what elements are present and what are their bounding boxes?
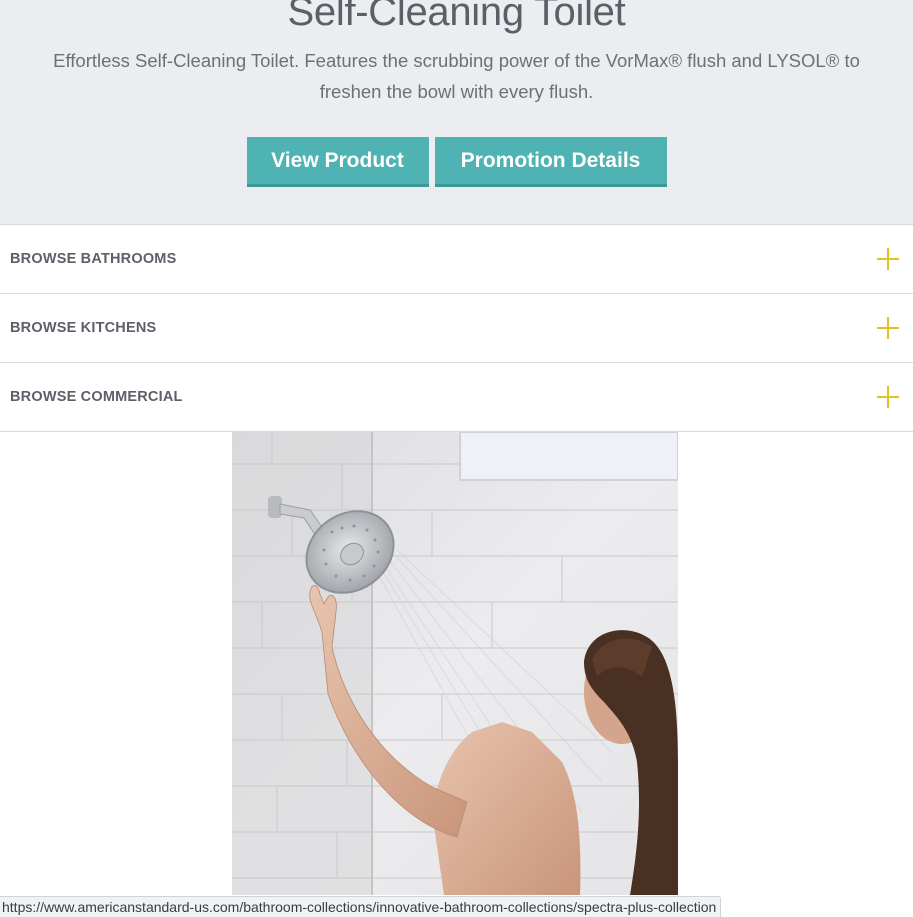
status-bar-url: https://www.americanstandard-us.com/bath… [0,896,722,917]
view-product-button[interactable]: View Product [246,137,429,187]
shower-promo-image[interactable] [232,432,678,895]
page: Self-Cleaning Toilet Effortless Self-Cle… [0,0,913,917]
browse-accordion: BROWSE BATHROOMS BROWSE KITCHENS BROWSE … [0,224,913,432]
accordion-item-kitchens[interactable]: BROWSE KITCHENS [0,293,913,362]
shower-photo-illustration [232,432,678,895]
hero-description: Effortless Self-Cleaning Toilet. Feature… [53,50,860,102]
promotion-details-button[interactable]: Promotion Details [434,137,667,187]
hero-button-row: View Product Promotion Details [0,137,913,187]
accordion-label: BROWSE COMMERCIAL [10,389,183,405]
plus-icon[interactable] [877,248,899,270]
promo-hero: Self-Cleaning Toilet Effortless Self-Cle… [0,0,913,224]
plus-icon[interactable] [877,317,899,339]
accordion-item-bathrooms[interactable]: BROWSE BATHROOMS [0,224,913,293]
accordion-label: BROWSE BATHROOMS [10,251,177,267]
accordion-item-commercial[interactable]: BROWSE COMMERCIAL [0,362,913,432]
hero-title: Self-Cleaning Toilet [287,0,626,34]
plus-icon[interactable] [877,386,899,408]
accordion-label: BROWSE KITCHENS [10,320,157,336]
